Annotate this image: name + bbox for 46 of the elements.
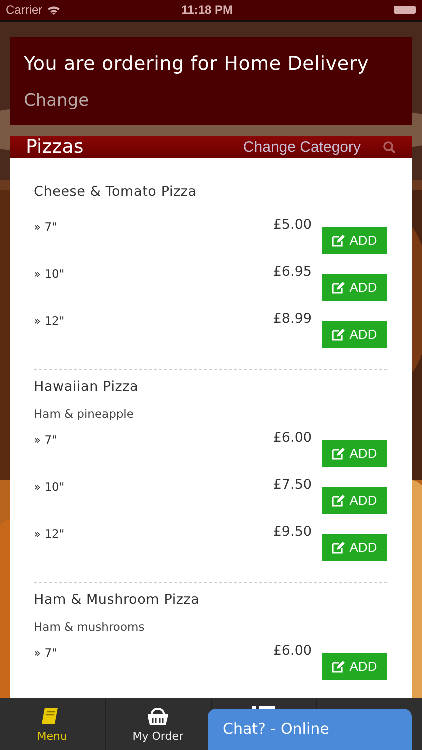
size-label: » 7": [34, 433, 58, 447]
list-icon[interactable]: [252, 706, 276, 709]
tab[interactable]: Menu: [0, 698, 106, 750]
add-button[interactable]: ADD: [322, 653, 387, 680]
carrier-label: Carrier: [6, 3, 43, 17]
change-link[interactable]: Change: [24, 91, 90, 111]
price: £7.50: [273, 477, 312, 493]
size-label: » 12": [34, 314, 66, 328]
search-icon[interactable]: [383, 140, 396, 154]
banner-title: You are ordering for Home Delivery: [24, 53, 370, 75]
add-button[interactable]: ADD: [322, 321, 387, 348]
edit-icon: [332, 328, 345, 341]
add-button[interactable]: ADD: [322, 534, 387, 561]
edit-icon: [332, 447, 345, 460]
add-button[interactable]: ADD: [322, 274, 387, 301]
edit-icon: [332, 660, 345, 673]
size-label: » 10": [34, 480, 66, 494]
price: £6.00: [273, 430, 312, 446]
edit-icon: [332, 234, 345, 247]
size-label: » 7": [34, 646, 58, 660]
product-name: Ham & Mushroom Pizza: [34, 592, 201, 608]
chat-button[interactable]: Chat? - Online: [208, 709, 412, 750]
price: £6.00: [273, 643, 312, 659]
add-button[interactable]: ADD: [322, 440, 387, 467]
category-title: Pizzas: [26, 136, 85, 158]
battery-icon: [394, 6, 416, 14]
size-label: » 10": [34, 267, 66, 281]
add-button[interactable]: ADD: [322, 487, 387, 514]
change-category-link[interactable]: Change Category: [243, 138, 361, 156]
product-name: Cheese & Tomato Pizza: [34, 184, 198, 200]
price: £8.99: [273, 311, 312, 327]
product-description: Ham & pineapple: [34, 407, 135, 421]
price: £5.00: [273, 217, 312, 233]
size-label: » 7": [34, 220, 58, 234]
size-label: » 12": [34, 527, 66, 541]
price: £6.95: [273, 264, 312, 280]
price: £9.50: [273, 524, 312, 540]
edit-icon: [332, 494, 345, 507]
edit-icon: [332, 281, 345, 294]
basket-icon: [146, 706, 170, 726]
product-description: Ham & mushrooms: [34, 620, 146, 634]
wifi-icon: [46, 4, 61, 16]
edit-icon: [332, 541, 345, 554]
status-time: 11:18 PM: [180, 3, 234, 17]
product-name: Hawaiian Pizza: [34, 379, 140, 395]
add-button[interactable]: ADD: [322, 227, 387, 254]
